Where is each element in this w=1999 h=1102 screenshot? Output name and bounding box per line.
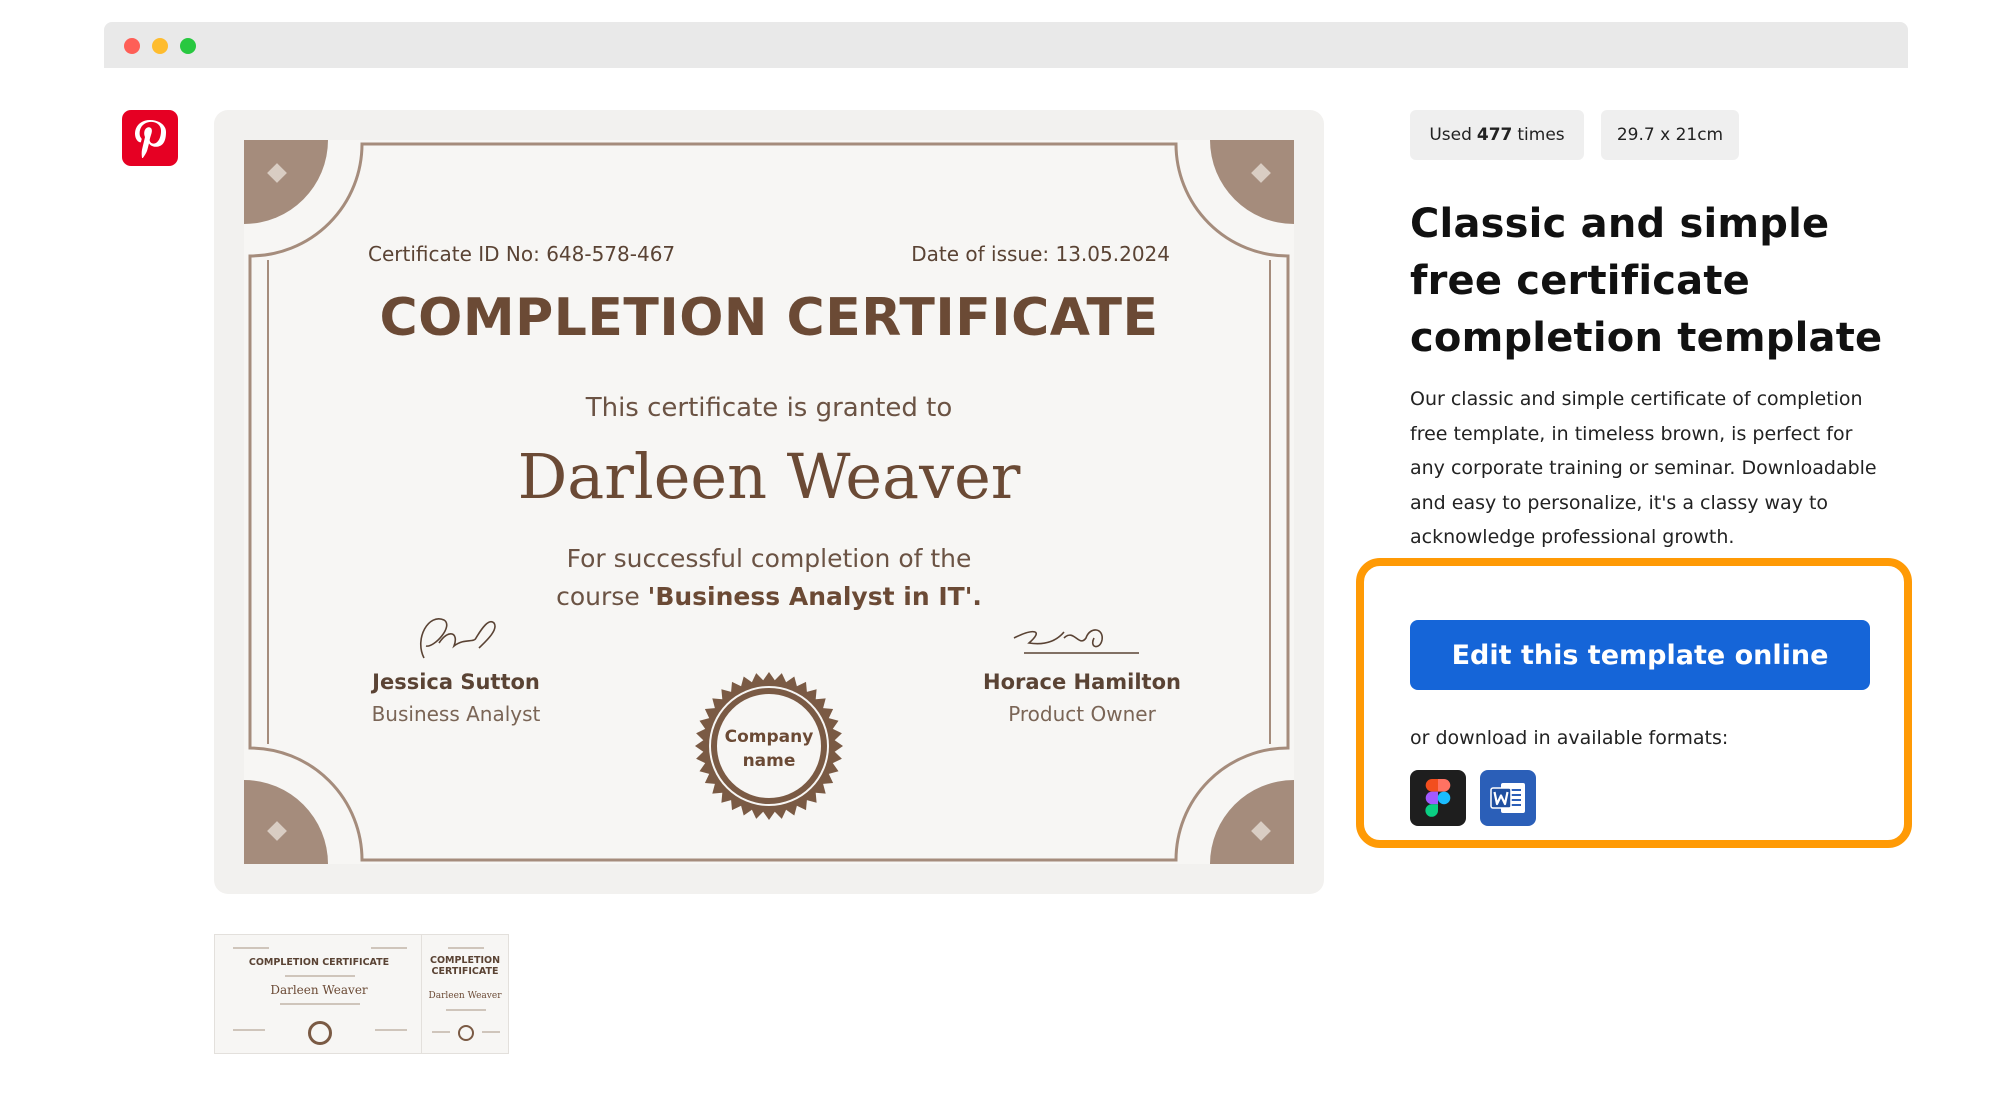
thumbnail-1-line [233, 947, 269, 949]
thumbnail-2-line [432, 1031, 450, 1033]
certificate: Certificate ID No: 648-578-467 Date of i… [244, 140, 1294, 864]
word-icon [1490, 783, 1525, 813]
certificate-date: Date of issue: 13.05.2024 [911, 242, 1170, 266]
template-title-line2: free certificate [1410, 258, 1750, 304]
certificate-course: 'Business Analyst in IT'. [647, 582, 982, 611]
signer-left-name: Jessica Sutton [372, 670, 540, 694]
download-word-button[interactable] [1480, 770, 1536, 826]
seal-text: Company name [694, 725, 844, 773]
thumbnail-2[interactable]: COMPLETION CERTIFICATE Darleen Weaver [421, 934, 509, 1054]
thumbnail-2-line [448, 947, 484, 949]
thumbnail-1-name: Darleen Weaver [270, 983, 368, 997]
signer-right-name: Horace Hamilton [983, 670, 1181, 694]
template-description: Our classic and simple certificate of co… [1410, 388, 1877, 548]
thumbnail-1-line [233, 1029, 265, 1031]
thumbnail-2-title-line1: COMPLETION [429, 955, 501, 966]
signature-left [419, 618, 496, 659]
thumbnail-2-name: Darleen Weaver [428, 991, 502, 1001]
template-title-line1: Classic and simple [1410, 201, 1830, 247]
figma-icon [1425, 779, 1451, 817]
thumbnail-1-title: COMPLETION CERTIFICATE [248, 957, 390, 968]
signer-left: Jessica Sutton Business Analyst [336, 670, 576, 726]
thumbnail-1[interactable]: COMPLETION CERTIFICATE Darleen Weaver [214, 934, 424, 1054]
seal-text-line1: Company [724, 727, 814, 747]
template-preview[interactable]: Certificate ID No: 648-578-467 Date of i… [214, 110, 1324, 894]
size-badge: 29.7 x 21cm [1601, 110, 1739, 160]
thumbnail-2-line [446, 1009, 486, 1011]
formats-label: or download in available formats: [1410, 727, 1729, 749]
window-minimize-button[interactable] [152, 38, 168, 54]
pinterest-save-button[interactable] [122, 110, 178, 166]
thumbnail-1-line [285, 975, 355, 977]
certificate-recipient: Darleen Weaver [517, 440, 1021, 513]
certificate-granted-text: This certificate is granted to [585, 393, 953, 423]
template-title-line3: completion template [1410, 315, 1883, 361]
edit-template-button[interactable]: Edit this template online [1410, 620, 1870, 690]
usage-badge: Used 477 times [1410, 110, 1584, 160]
usage-suffix: times [1517, 125, 1565, 145]
thumbnail-2-title-line2: CERTIFICATE [431, 966, 499, 977]
window-close-button[interactable] [124, 38, 140, 54]
thumbnail-1-line [375, 1029, 407, 1031]
certificate-reason: For successful completion of the course … [244, 540, 1294, 616]
certificate-id: Certificate ID No: 648-578-467 [368, 242, 676, 266]
thumbnail-1-seal [308, 1021, 332, 1045]
thumbnail-1-line [280, 1003, 360, 1005]
browser-window-bar [104, 22, 1908, 68]
certificate-reason-prefix: course [556, 582, 648, 611]
pinterest-icon [135, 120, 166, 158]
signature-right [1013, 629, 1139, 654]
thumbnail-1-line [371, 947, 407, 949]
certificate-title: COMPLETION CERTIFICATE [379, 288, 1159, 348]
download-figma-button[interactable] [1410, 770, 1466, 826]
usage-prefix: Used [1429, 125, 1472, 145]
thumbnail-2-title: COMPLETION CERTIFICATE [422, 955, 508, 977]
window-maximize-button[interactable] [180, 38, 196, 54]
seal-text-line2: name [742, 751, 796, 771]
thumbnail-2-line [482, 1031, 500, 1033]
thumbnail-2-seal [458, 1025, 474, 1041]
signer-right: Horace Hamilton Product Owner [962, 670, 1202, 726]
signer-right-role: Product Owner [1008, 702, 1156, 726]
template-title: Classic and simple free certificate comp… [1410, 196, 1890, 367]
usage-count: 477 [1476, 125, 1513, 145]
signer-left-role: Business Analyst [371, 702, 541, 726]
certificate-reason-line1: For successful completion of the [566, 544, 972, 573]
